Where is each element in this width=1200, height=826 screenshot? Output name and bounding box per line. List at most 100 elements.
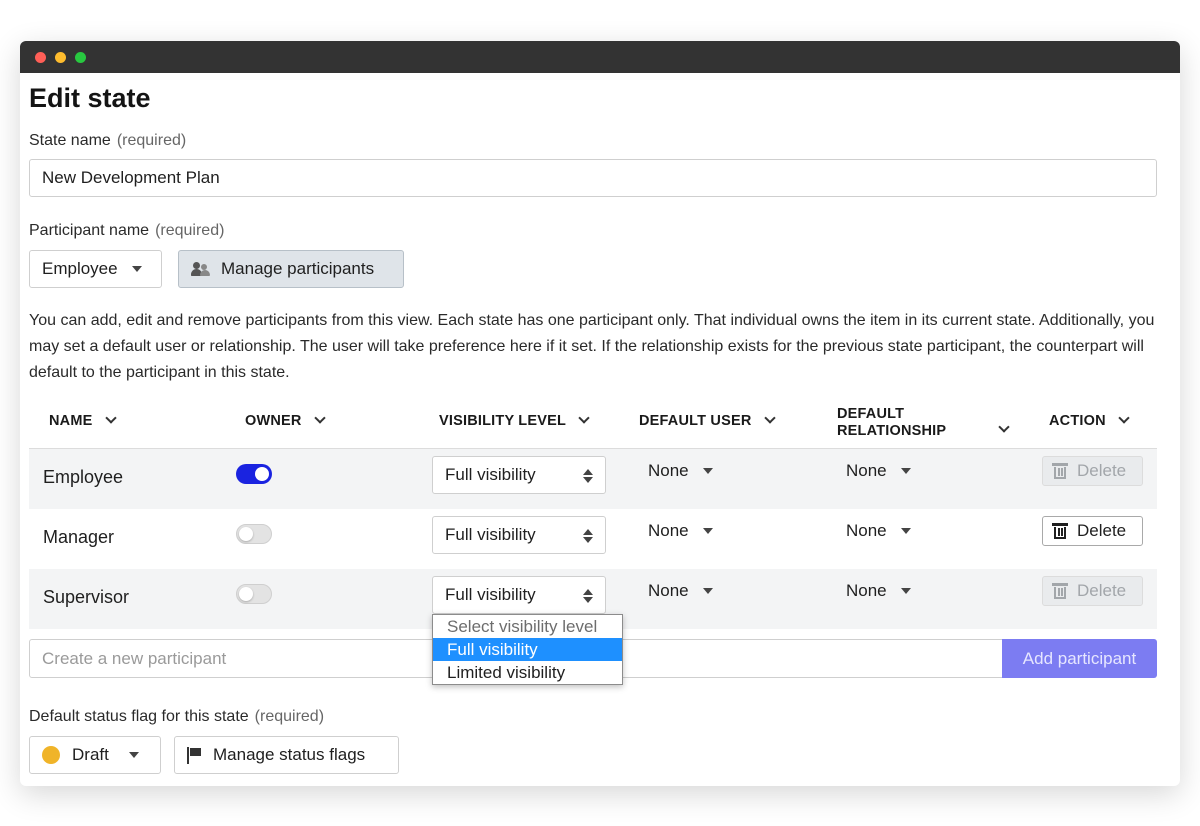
visibility-option-full[interactable]: Full visibility	[433, 638, 622, 661]
chevron-down-icon	[313, 412, 326, 424]
app-window: Edit state State name (required) New Deve…	[20, 41, 1180, 786]
default-relationship-select[interactable]: None	[846, 521, 911, 541]
required-hint: (required)	[155, 222, 225, 239]
delete-label: Delete	[1077, 461, 1127, 480]
minimize-window-button[interactable]	[55, 52, 66, 63]
select-arrows-icon	[583, 589, 593, 603]
column-header-name[interactable]: NAME	[49, 412, 117, 429]
column-header-action[interactable]: ACTION	[1049, 412, 1130, 429]
column-header-default-relationship-line1: DEFAULT	[837, 406, 905, 422]
caret-down-icon	[900, 468, 911, 474]
default-user-select[interactable]: None	[648, 581, 713, 601]
draft-status-dot	[42, 746, 60, 764]
default-relationship-value: None	[846, 461, 887, 480]
manage-participants-button[interactable]: Manage participants	[178, 250, 404, 288]
participant-select-value: Employee	[42, 259, 118, 278]
manage-status-flags-button[interactable]: Manage status flags	[174, 736, 399, 774]
caret-down-icon	[128, 752, 139, 758]
trash-icon	[1052, 463, 1068, 479]
caret-down-icon	[702, 528, 713, 534]
visibility-select[interactable]: Full visibility	[432, 456, 606, 494]
select-arrows-icon	[583, 469, 593, 483]
default-user-value: None	[648, 581, 689, 600]
users-icon	[191, 261, 211, 277]
status-flag-label-text: Default status flag for this state	[29, 708, 249, 725]
state-name-label-text: State name	[29, 132, 111, 149]
default-user-value: None	[648, 521, 689, 540]
default-user-select[interactable]: None	[648, 461, 713, 481]
select-arrows-icon	[583, 529, 593, 543]
chevron-down-icon	[763, 412, 776, 424]
table-row: Manager Full visibility None None Delete	[29, 509, 1157, 569]
default-relationship-value: None	[846, 581, 887, 600]
maximize-window-button[interactable]	[75, 52, 86, 63]
column-header-default-relationship[interactable]: DEFAULT RELATIONSHIP	[837, 406, 946, 440]
visibility-select-value: Full visibility	[445, 585, 536, 604]
required-hint: (required)	[116, 132, 187, 149]
participant-select[interactable]: Employee	[29, 250, 162, 288]
delete-label: Delete	[1077, 521, 1127, 540]
delete-button[interactable]: Delete	[1042, 576, 1143, 606]
caret-down-icon	[131, 266, 142, 272]
status-flag-select[interactable]: Draft	[29, 736, 161, 774]
owner-toggle[interactable]	[236, 584, 272, 604]
participant-name-label-text: Participant name	[29, 222, 150, 239]
owner-toggle[interactable]	[236, 524, 272, 544]
owner-toggle[interactable]	[236, 464, 272, 484]
new-participant-placeholder: Create a new participant	[42, 648, 227, 668]
table-row: Employee Full visibility None None Delet…	[29, 449, 1157, 509]
state-name-input[interactable]: New Development Plan	[29, 159, 1157, 197]
caret-down-icon	[900, 588, 911, 594]
caret-down-icon	[702, 468, 713, 474]
visibility-option-placeholder[interactable]: Select visibility level	[433, 615, 622, 638]
caret-down-icon	[900, 528, 911, 534]
participant-name-cell: Employee	[43, 467, 124, 487]
flag-icon	[187, 746, 201, 764]
default-user-value: None	[648, 461, 689, 480]
manage-status-flags-label: Manage status flags	[213, 745, 366, 764]
edit-state-form: Edit state State name (required) New Deve…	[20, 73, 1180, 774]
manage-participants-label: Manage participants	[221, 259, 375, 278]
column-header-default-user[interactable]: DEFAULT USER	[639, 412, 776, 429]
default-user-select[interactable]: None	[648, 521, 713, 541]
visibility-select[interactable]: Full visibility	[432, 576, 606, 614]
close-window-button[interactable]	[35, 52, 46, 63]
chevron-down-icon	[104, 412, 117, 424]
column-header-default-relationship-line2: RELATIONSHIP	[837, 423, 947, 439]
status-flag-value: Draft	[72, 745, 109, 764]
status-flag-label: Default status flag for this state (requi…	[29, 708, 324, 726]
visibility-dropdown-menu: Select visibility level Full visibility …	[432, 614, 623, 685]
add-participant-button[interactable]: Add participant	[1002, 639, 1157, 678]
participants-description: You can add, edit and remove participant…	[29, 312, 1155, 381]
visibility-select-value: Full visibility	[445, 465, 536, 484]
visibility-option-limited[interactable]: Limited visibility	[433, 661, 622, 684]
participant-name-cell: Supervisor	[43, 587, 130, 607]
delete-button[interactable]: Delete	[1042, 516, 1143, 546]
visibility-select[interactable]: Full visibility	[432, 516, 606, 554]
column-header-visibility[interactable]: VISIBILITY LEVEL	[439, 412, 590, 429]
state-name-value: New Development Plan	[42, 168, 220, 187]
caret-down-icon	[702, 588, 713, 594]
delete-button[interactable]: Delete	[1042, 456, 1143, 486]
trash-icon	[1052, 583, 1068, 599]
column-header-default-user-text: DEFAULT USER	[639, 413, 752, 429]
column-header-owner-text: OWNER	[245, 413, 302, 429]
column-header-name-text: NAME	[49, 413, 93, 429]
visibility-select-value: Full visibility	[445, 525, 536, 544]
delete-label: Delete	[1077, 581, 1127, 600]
state-name-label: State name (required)	[29, 132, 186, 150]
column-header-action-text: ACTION	[1049, 413, 1106, 429]
chevron-down-icon[interactable]	[998, 421, 1010, 433]
chevron-down-icon	[578, 412, 590, 424]
default-relationship-select[interactable]: None	[846, 461, 911, 481]
default-relationship-select[interactable]: None	[846, 581, 911, 601]
chevron-down-icon	[1118, 412, 1130, 424]
trash-icon	[1052, 523, 1068, 539]
page-title: Edit state	[29, 83, 151, 113]
default-relationship-value: None	[846, 521, 887, 540]
title-bar	[20, 41, 1180, 73]
column-header-owner[interactable]: OWNER	[245, 412, 326, 429]
column-header-visibility-text: VISIBILITY LEVEL	[439, 413, 567, 429]
required-hint: (required)	[254, 708, 325, 725]
participant-name-cell: Manager	[43, 527, 115, 547]
